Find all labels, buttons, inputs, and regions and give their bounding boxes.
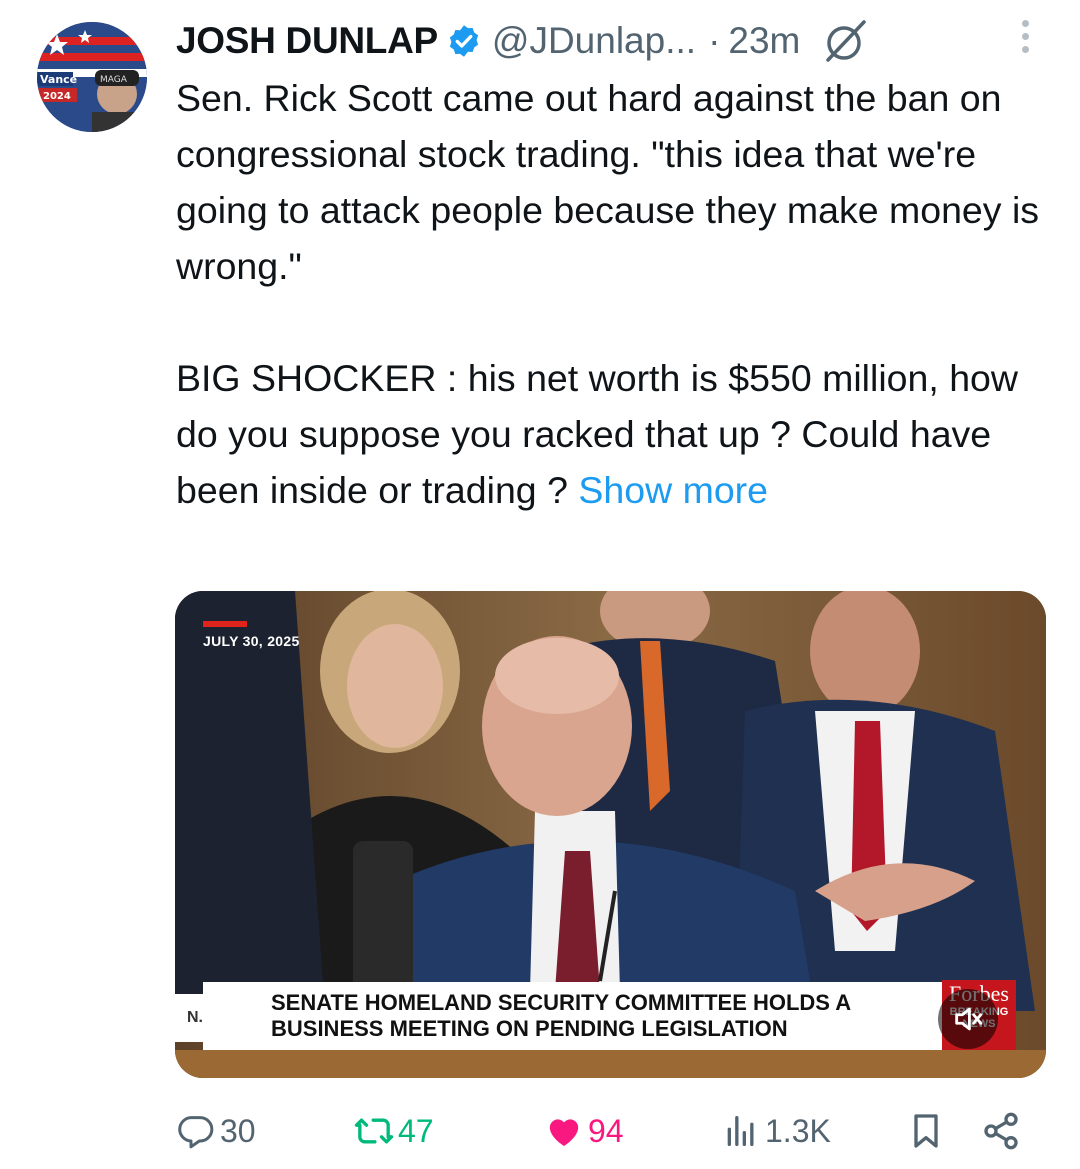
mute-icon	[955, 1007, 983, 1031]
grok-icon[interactable]	[820, 16, 870, 66]
chyron-left-text: N. H	[175, 994, 203, 1074]
tweet-text: Sen. Rick Scott came out hard against th…	[176, 70, 1056, 518]
svg-text:MAGA: MAGA	[100, 75, 128, 85]
views-icon	[727, 1116, 754, 1146]
chyron-text: SENATE HOMELAND SECURITY COMMITTEE HOLDS…	[271, 990, 851, 1042]
author-handle[interactable]: @JDunlap...	[492, 20, 696, 62]
chyron: N. H SENATE HOMELAND SECURITY COMMITTEE …	[175, 982, 1015, 1074]
reply-count: 30	[220, 1112, 256, 1149]
views-button[interactable]: 1.3K	[721, 1106, 831, 1156]
repost-button[interactable]: 47	[354, 1106, 434, 1156]
desk-shelf	[175, 1050, 1046, 1078]
avatar[interactable]: Vance 2024 MAGA	[37, 22, 147, 132]
tweet-paragraph-1: Sen. Rick Scott came out hard against th…	[176, 77, 1040, 287]
date-bar	[203, 621, 247, 627]
reply-button[interactable]: 30	[176, 1106, 256, 1156]
more-icon[interactable]	[1020, 20, 1030, 53]
bookmark-button[interactable]	[906, 1106, 950, 1156]
timestamp[interactable]: 23m	[728, 20, 800, 62]
share-icon	[984, 1112, 1018, 1150]
tweet-header: JOSH DUNLAP @JDunlap... · 23m	[176, 14, 1060, 68]
reply-icon	[178, 1116, 214, 1149]
repost-icon	[354, 1118, 394, 1144]
author-name[interactable]: JOSH DUNLAP	[176, 20, 438, 62]
bookmark-icon	[914, 1114, 938, 1148]
video-date: JULY 30, 2025	[203, 633, 300, 649]
video-player[interactable]: JULY 30, 2025 N. H SENATE HOMELAND SECUR…	[175, 591, 1046, 1078]
tweet-paragraph-2: BIG SHOCKER : his net worth is $550 mill…	[176, 350, 1056, 518]
chyron-line-1: SENATE HOMELAND SECURITY COMMITTEE HOLDS…	[271, 990, 852, 1015]
share-button[interactable]	[981, 1106, 1025, 1156]
verified-badge-icon	[449, 25, 479, 57]
svg-text:2024: 2024	[43, 91, 71, 102]
views-count: 1.3K	[765, 1112, 831, 1149]
like-button[interactable]: 94	[544, 1106, 624, 1156]
svg-text:Vance: Vance	[40, 73, 77, 86]
like-icon	[549, 1119, 579, 1146]
tweet-actions: 30 47 94 1.3K	[176, 1106, 1036, 1156]
show-more-link[interactable]: Show more	[578, 469, 768, 511]
chyron-line-2: BUSINESS MEETING ON PENDING LEGISLATION	[271, 1016, 788, 1041]
like-count: 94	[588, 1112, 624, 1149]
repost-count: 47	[398, 1112, 434, 1149]
mute-button[interactable]	[938, 989, 998, 1049]
separator-dot: ·	[708, 20, 721, 61]
